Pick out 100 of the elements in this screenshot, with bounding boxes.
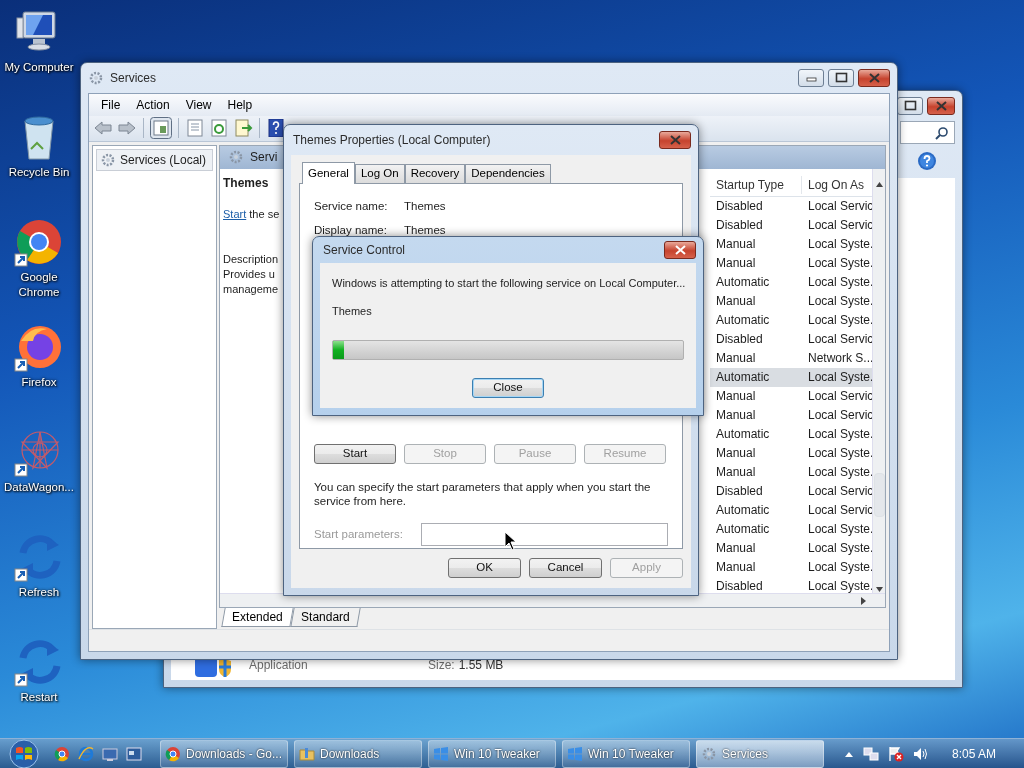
field-value: Themes [404, 223, 446, 238]
flag-error-icon[interactable] [887, 745, 904, 762]
view-tab[interactable]: Standard [290, 608, 361, 628]
field-label: Start parameters: [314, 526, 404, 542]
table-cell-text: Local Syste. [807, 578, 872, 596]
table-cell-text: Disabled [715, 578, 764, 596]
link-text: the se [248, 207, 280, 220]
column-header[interactable]: Startup Type [710, 176, 802, 195]
cancel-button[interactable]: Cancel [529, 558, 602, 578]
table-cell-text: Manual [715, 350, 757, 368]
description-text: Description Provides u manageme [223, 252, 279, 298]
max-button[interactable] [828, 69, 854, 87]
dialog-tab[interactable]: Dependencies [465, 164, 551, 183]
help-icon[interactable] [917, 151, 937, 171]
max-button[interactable] [897, 97, 923, 115]
service-start-button[interactable]: Start [314, 444, 396, 464]
gear-icon [228, 149, 244, 166]
table-cell-text: Manual [715, 559, 757, 577]
close-icon [668, 134, 682, 146]
size-label: Size: [428, 657, 455, 674]
icon-label[interactable]: Recycle Bin [0, 165, 78, 180]
selected-row[interactable]: Automatic Local Syste. [710, 367, 872, 387]
close-icon [867, 72, 881, 84]
table-cell-text: Local Syste. [807, 369, 872, 387]
vertical-scrollbar[interactable] [872, 168, 885, 596]
maximize-icon [834, 72, 848, 84]
min-button[interactable] [798, 69, 824, 87]
search-field[interactable] [900, 121, 955, 144]
monitor-icon[interactable] [102, 745, 118, 762]
forward-arrow-icon[interactable] [117, 119, 137, 138]
search-icon [935, 125, 949, 140]
icon-label[interactable]: DataWagon... [0, 480, 78, 495]
dialog-tab[interactable]: Log On [354, 164, 405, 183]
table-cell-text: Local Syste. [807, 293, 872, 311]
dialog-title: Service Control [322, 242, 406, 259]
status-message: Windows is attempting to start the following service on Local Computer... [332, 276, 684, 291]
table-cell-text: Local Syste. [807, 445, 872, 463]
size-value: 1.55 MB [458, 657, 504, 674]
dialog-tab[interactable]: General [302, 162, 355, 184]
table-cell-text: Manual [715, 445, 757, 463]
table-cell-text: Manual [715, 293, 757, 311]
dialog-tab[interactable]: Recovery [404, 164, 466, 183]
close-button[interactable]: Close [472, 378, 544, 398]
icon-label[interactable]: Firefox [0, 375, 78, 390]
close-button[interactable] [664, 241, 696, 259]
service-name: Themes [223, 174, 269, 192]
window-switch-icon[interactable] [126, 745, 142, 762]
scroll-right-icon[interactable] [859, 595, 867, 606]
clock-text[interactable]: 8:05 AM [951, 744, 996, 763]
maximize-icon [903, 100, 917, 112]
close-button[interactable] [659, 131, 691, 149]
start-link[interactable]: Start [223, 207, 247, 220]
close-button[interactable] [858, 69, 890, 87]
table-cell-text: Automatic [715, 426, 771, 444]
table-cell-text: Automatic [715, 274, 771, 292]
icon-label[interactable]: Refresh [0, 585, 78, 600]
table-cell-text: Disabled [715, 483, 764, 501]
table-cell-text: Manual [715, 388, 757, 406]
console-tree-icon[interactable] [150, 117, 172, 140]
network-icon[interactable] [862, 745, 879, 762]
menu-item[interactable]: Help [219, 95, 261, 114]
gear-icon [701, 745, 717, 762]
table-cell-text: Local Syste. [807, 312, 872, 330]
table-cell-text: Local Syste. [807, 464, 872, 482]
table-cell-text: Manual [715, 540, 757, 558]
icon-label[interactable]: My Computer [0, 60, 78, 75]
table-cell-text: Local Servic [807, 331, 872, 349]
browser-icon[interactable] [78, 745, 94, 762]
table-cell-text: Disabled [715, 217, 764, 235]
windows-logo-icon [433, 745, 449, 762]
field-label: Display name: [314, 223, 388, 238]
column-header[interactable]: Log On As [802, 176, 872, 195]
chrome-icon[interactable] [54, 745, 70, 762]
table-cell-text: Local Servic [807, 198, 872, 216]
window-title: Services [110, 70, 156, 87]
table-cell-text: Local Syste. [807, 255, 872, 273]
menu-item[interactable]: Action [128, 95, 178, 114]
export-list-icon[interactable] [233, 119, 253, 138]
table-cell-text: Automatic [715, 312, 771, 330]
table-cell-text: Manual [715, 236, 757, 254]
table-cell-text: Local Syste. [807, 521, 872, 539]
gear-icon [88, 70, 104, 86]
table-cell-text: Network S... [807, 350, 872, 368]
icon-label[interactable]: Google Chrome [0, 270, 78, 300]
help-icon[interactable] [266, 119, 286, 138]
table-cell-text: Local Servic [807, 388, 872, 406]
table-cell-text: Disabled [715, 198, 764, 216]
menu-item[interactable]: File [93, 95, 129, 114]
back-arrow-icon[interactable] [93, 119, 113, 138]
close-icon [934, 100, 948, 112]
scroll-thumb[interactable] [873, 472, 885, 517]
table-cell-text: Manual [715, 255, 757, 273]
tree-item[interactable]: Services (Local) [96, 148, 213, 171]
close-button[interactable] [927, 97, 955, 115]
folder-icon [299, 745, 315, 762]
view-tab[interactable]: Extended [221, 608, 294, 628]
table-cell-text: Local Syste. [807, 540, 872, 558]
close-icon [673, 244, 687, 256]
menu-item[interactable]: View [177, 95, 220, 114]
ok-button[interactable]: OK [448, 558, 521, 578]
